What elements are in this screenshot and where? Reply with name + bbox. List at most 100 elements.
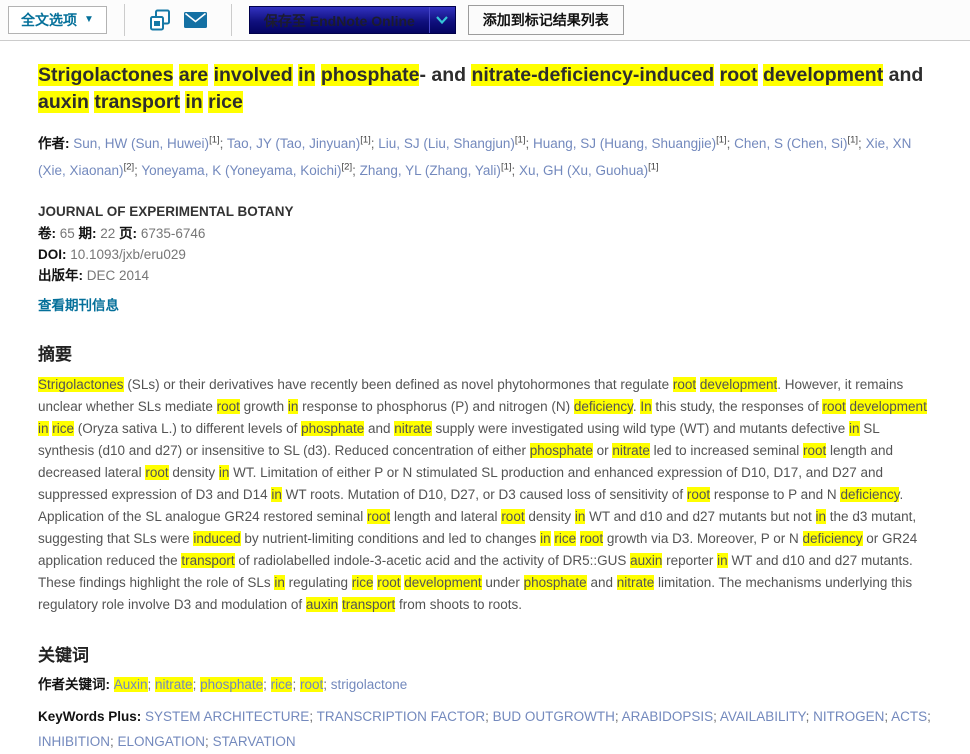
text-segment: under [482, 575, 524, 590]
keyword-link[interactable]: Zhang, YL (Zhang, Yali) [360, 163, 501, 178]
text-segment: ; [193, 677, 201, 692]
keyword-link[interactable]: Xu, GH (Xu, Guohua) [519, 163, 648, 178]
keyword-link[interactable]: ELONGATION [118, 734, 206, 749]
text-segment: density [525, 509, 575, 524]
authors-list: Sun, HW (Sun, Huwei)[1]; Tao, JY (Tao, J… [38, 136, 911, 178]
text-segment: [1] [716, 135, 727, 146]
text-segment: growth [240, 399, 288, 414]
keyword-link[interactable]: SYSTEM ARCHITECTURE [145, 709, 309, 724]
text-segment: ; [309, 709, 316, 724]
keyword-link[interactable]: strigolactone [331, 677, 408, 692]
highlighted-text: auxin [306, 597, 338, 612]
text-segment: density [169, 465, 219, 480]
toolbar-divider [231, 4, 232, 36]
keyword-link[interactable]: BUD OUTGROWTH [493, 709, 615, 724]
keyword-link[interactable]: Sun, HW (Sun, Huwei) [73, 136, 209, 151]
text-segment: ; [927, 709, 931, 724]
text-segment: 10.1093/jxb/eru029 [70, 247, 186, 262]
text-segment: 22 [100, 226, 119, 241]
keyword-link[interactable]: Liu, SJ (Liu, Shangjun) [378, 136, 515, 151]
highlighted-text: nitrate-deficiency-induced [471, 64, 714, 86]
text-segment: from shoots to roots. [395, 597, 522, 612]
keyword-link[interactable]: Tao, JY (Tao, Jinyuan) [227, 136, 360, 151]
journal-name: JOURNAL OF EXPERIMENTAL BOTANY [38, 204, 937, 219]
highlighted-text: nitrate [394, 421, 432, 436]
fulltext-options-button[interactable]: 全文选项 ▼ [8, 6, 107, 34]
fulltext-options-label: 全文选项 [21, 12, 77, 28]
highlighted-text: phosphate [524, 575, 587, 590]
keyword-link[interactable]: root [300, 677, 323, 692]
keyword-link[interactable]: Yoneyama, K (Yoneyama, Koichi) [141, 163, 341, 178]
highlighted-text: auxin [38, 91, 89, 113]
text-segment: ; [713, 709, 720, 724]
text-segment: [1] [501, 162, 512, 173]
text-segment: response to phosphorus (P) and nitrogen … [298, 399, 573, 414]
add-to-marked-list-button[interactable]: 添加到标记结果列表 [468, 5, 624, 35]
text-segment: [2] [342, 162, 353, 173]
text-segment: 6735-6746 [141, 226, 206, 241]
highlighted-text: nitrate [612, 443, 650, 458]
keyword-link[interactable]: TRANSCRIPTION FACTOR [317, 709, 486, 724]
highlighted-text: transport [94, 91, 180, 113]
email-icon[interactable] [183, 7, 209, 33]
text-segment: ; [205, 734, 213, 749]
text-segment: 65 [60, 226, 79, 241]
text-segment: length and lateral [390, 509, 501, 524]
text-segment: of radiolabelled indole-3-acetic acid an… [235, 553, 630, 568]
text-segment: by nutrient-limiting conditions and led … [241, 531, 540, 546]
keyword-link[interactable]: Huang, SJ (Huang, Shuangjie) [533, 136, 716, 151]
highlighted-text: development [404, 575, 481, 590]
highlighted-text: in [849, 421, 860, 436]
highlighted-text: in [717, 553, 728, 568]
text-segment: 出版年: [38, 268, 87, 283]
highlighted-text: root [501, 509, 524, 524]
save-to-endnote-button[interactable]: 保存至 EndNote Online [249, 6, 456, 34]
keyword-link[interactable]: AVAILABILITY [720, 709, 806, 724]
endnote-dropdown-toggle[interactable] [429, 7, 455, 33]
highlighted-text: in [816, 509, 827, 524]
highlighted-text: in [219, 465, 230, 480]
keyword-link[interactable]: phosphate [200, 677, 263, 692]
keyword-link[interactable]: Auxin [114, 677, 148, 692]
pub-year-line: 出版年: DEC 2014 [38, 268, 937, 283]
highlighted-text: root [367, 509, 390, 524]
keyword-link[interactable]: rice [271, 677, 293, 692]
highlighted-text: in [271, 487, 282, 502]
toolbar: 全文选项 ▼ 保存至 EndNote Online 添加到标记结果列表 [0, 0, 970, 41]
view-journal-info-link[interactable]: 查看期刊信息 [38, 294, 119, 314]
highlighted-text: in [185, 91, 202, 113]
keyword-link[interactable]: NITROGEN [813, 709, 884, 724]
keyword-link[interactable]: INHIBITION [38, 734, 110, 749]
text-segment: [1] [515, 135, 526, 146]
text-segment: DEC 2014 [87, 268, 149, 283]
text-segment: ; [110, 734, 118, 749]
keyword-link[interactable]: ARABIDOPSIS [622, 709, 714, 724]
keywords-plus-label: KeyWords Plus: [38, 709, 145, 724]
highlighted-text: in [298, 64, 315, 86]
keyword-link[interactable]: nitrate [155, 677, 193, 692]
authors-label: 作者: [38, 136, 70, 151]
toolbar-divider [124, 4, 125, 36]
highlighted-text: in [575, 509, 586, 524]
text-segment: and [883, 64, 923, 86]
highlighted-text: phosphate [530, 443, 593, 458]
article-detail: Strigolactones are involved in phosphate… [0, 62, 970, 754]
highlighted-text: nitrate [617, 575, 655, 590]
text-segment: ; [884, 709, 891, 724]
highlighted-text: deficiency [840, 487, 899, 502]
keywords-plus-line: KeyWords Plus: SYSTEM ARCHITECTURE; TRAN… [38, 704, 937, 754]
highlighted-text: transport [342, 597, 395, 612]
text-segment: 页: [119, 226, 141, 241]
highlighted-text: in [288, 399, 299, 414]
text-segment: regulating [285, 575, 352, 590]
keyword-link[interactable]: Chen, S (Chen, Si) [734, 136, 847, 151]
text-segment: WT roots. Mutation of D10, D27, or D3 ca… [282, 487, 687, 502]
text-segment: - and [419, 64, 471, 86]
print-icon[interactable] [147, 7, 173, 33]
text-segment: supply were investigated using wild type… [432, 421, 849, 436]
keyword-link[interactable]: STARVATION [213, 734, 296, 749]
highlighted-text: root [803, 443, 826, 458]
text-segment: and [587, 575, 617, 590]
keyword-link[interactable]: ACTS [891, 709, 927, 724]
highlighted-text: phosphate [301, 421, 364, 436]
